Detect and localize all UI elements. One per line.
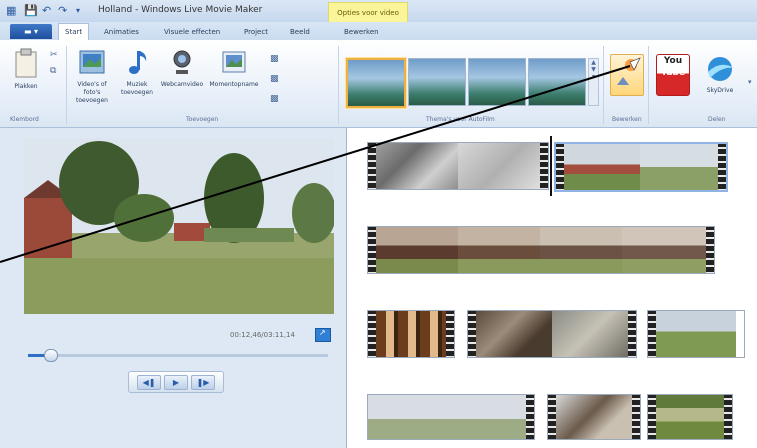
- annotation-pointer-line: [0, 57, 641, 263]
